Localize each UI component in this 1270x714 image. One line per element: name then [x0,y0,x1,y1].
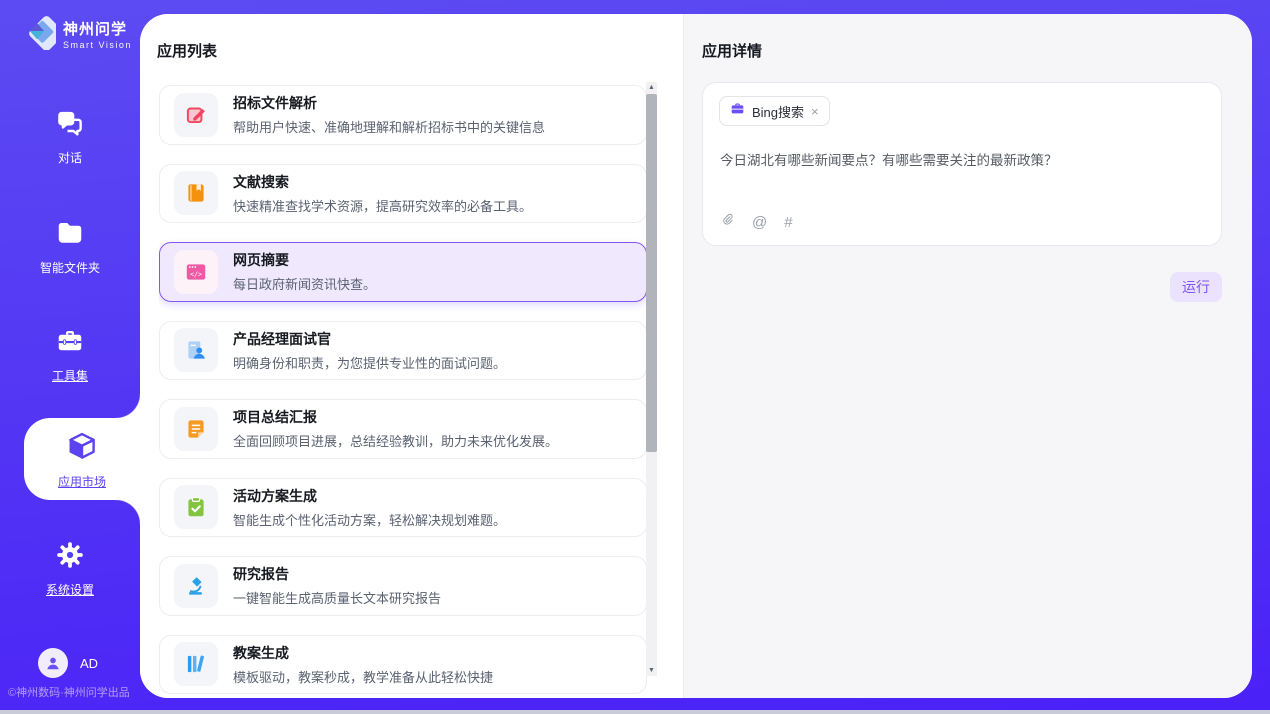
close-icon[interactable]: × [811,105,819,118]
user-account[interactable]: AD [38,648,98,678]
app-desc: 全面回顾项目进展，总结经验教训，助力未来优化发展。 [233,431,558,450]
app-desc: 快速精准查找学术资源，提高研究效率的必备工具。 [233,196,532,215]
app-desc: 每日政府新闻资讯快查。 [233,274,376,293]
app-desc: 模板驱动，教案秒成，教学准备从此轻松快捷 [233,667,493,686]
app-list-panel: 应用列表 招标文件解析 帮助用户快速、准确地理解和解析招标书中的关键信息 [140,14,684,698]
app-desc: 帮助用户快速、准确地理解和解析招标书中的关键信息 [233,117,545,136]
app-title: 产品经理面试官 [233,329,506,349]
briefcase-icon [730,101,745,121]
app-title: 招标文件解析 [233,93,545,113]
edit-square-icon [174,93,218,137]
app-list: 招标文件解析 帮助用户快速、准确地理解和解析招标书中的关键信息 文献搜索 快速精… [159,85,647,694]
app-title: 网页摘要 [233,250,376,270]
cube-icon [65,429,99,468]
brand-subtitle: Smart Vision [63,40,132,50]
book-icon [174,171,218,215]
scroll-up-icon[interactable]: ▲ [646,84,657,91]
hashtag-icon[interactable]: # [784,214,792,231]
app-card-bid-parsing[interactable]: 招标文件解析 帮助用户快速、准确地理解和解析招标书中的关键信息 [159,85,647,145]
app-detail-title: 应用详情 [702,40,762,61]
browser-code-icon: </> [174,250,218,294]
svg-text:</>: </> [190,270,202,278]
copyright-footer: ©神州数码·神州问学出品 [8,684,130,700]
gear-icon [55,540,85,575]
sidebar: 神州问学 Smart Vision 对话 智能文件夹 [0,0,140,714]
interviewer-icon [174,328,218,372]
app-detail-panel: 应用详情 Bing搜索 × 今日湖北有哪些新闻要点？有哪些需要关注的最新政策？ [684,14,1252,698]
app-title: 活动方案生成 [233,486,506,506]
sidebar-item-app-market[interactable]: 应用市场 [24,418,140,500]
sidebar-item-label: 系统设置 [46,581,94,598]
chat-icon [55,108,85,143]
sidebar-item-label: 工具集 [52,367,88,384]
app-card-literature-search[interactable]: 文献搜索 快速精准查找学术资源，提高研究效率的必备工具。 [159,164,647,224]
app-title: 教案生成 [233,643,493,663]
mention-icon[interactable]: @ [752,214,767,231]
books-icon [174,642,218,686]
app-card-pm-interviewer[interactable]: 产品经理面试官 明确身份和职责，为您提供专业性的面试问题。 [159,321,647,381]
app-card-event-plan[interactable]: 活动方案生成 智能生成个性化活动方案，轻松解决规划难题。 [159,478,647,538]
microscope-icon [174,564,218,608]
user-name: AD [80,656,98,671]
sidebar-item-label: 对话 [58,149,82,166]
sidebar-item-chat[interactable]: 对话 [0,108,140,166]
app-title: 文献搜索 [233,172,532,192]
app-desc: 明确身份和职责，为您提供专业性的面试问题。 [233,353,506,372]
sidebar-item-label: 应用市场 [58,473,106,490]
brand-logo: 神州问学 Smart Vision [18,12,132,55]
sidebar-item-label: 智能文件夹 [40,259,100,276]
app-card-lesson-plan[interactable]: 教案生成 模板驱动，教案秒成，教学准备从此轻松快捷 [159,635,647,695]
content-shell: 应用列表 招标文件解析 帮助用户快速、准确地理解和解析招标书中的关键信息 [140,14,1252,698]
diamond-prism-icon [18,12,56,55]
window-bottom-edge [0,710,1270,714]
plugin-chip[interactable]: Bing搜索 × [719,96,830,126]
app-list-scrollbar[interactable]: ▲ ▼ [646,82,657,676]
run-button[interactable]: 运行 [1170,272,1222,302]
app-title: 研究报告 [233,564,441,584]
brand-name: 神州问学 [63,18,132,39]
prompt-input[interactable]: Bing搜索 × 今日湖北有哪些新闻要点？有哪些需要关注的最新政策？ @ # [702,82,1222,246]
scroll-down-icon[interactable]: ▼ [646,667,657,674]
sidebar-item-toolset[interactable]: 工具集 [0,326,140,384]
toolbox-icon [55,326,85,361]
app-desc: 一键智能生成高质量长文本研究报告 [233,588,441,607]
plugin-chip-label: Bing搜索 [752,102,804,121]
sidebar-item-smart-folder[interactable]: 智能文件夹 [0,218,140,276]
app-title: 项目总结汇报 [233,407,558,427]
clipboard-check-icon [174,485,218,529]
paperclip-icon[interactable] [720,211,735,233]
prompt-toolbar: @ # [720,211,793,233]
scrollbar-thumb[interactable] [646,94,657,452]
folder-icon [55,218,85,253]
app-card-web-summary[interactable]: </> 网页摘要 每日政府新闻资讯快查。 [159,242,647,302]
app-card-project-summary[interactable]: 项目总结汇报 全面回顾项目进展，总结经验教训，助力未来优化发展。 [159,399,647,459]
app-desc: 智能生成个性化活动方案，轻松解决规划难题。 [233,510,506,529]
user-avatar-icon [38,648,68,678]
sidebar-item-settings[interactable]: 系统设置 [0,540,140,598]
app-list-title: 应用列表 [157,40,217,61]
prompt-message[interactable]: 今日湖北有哪些新闻要点？有哪些需要关注的最新政策？ [720,151,1205,171]
memo-icon [174,407,218,451]
app-card-research-report[interactable]: 研究报告 一键智能生成高质量长文本研究报告 [159,556,647,616]
